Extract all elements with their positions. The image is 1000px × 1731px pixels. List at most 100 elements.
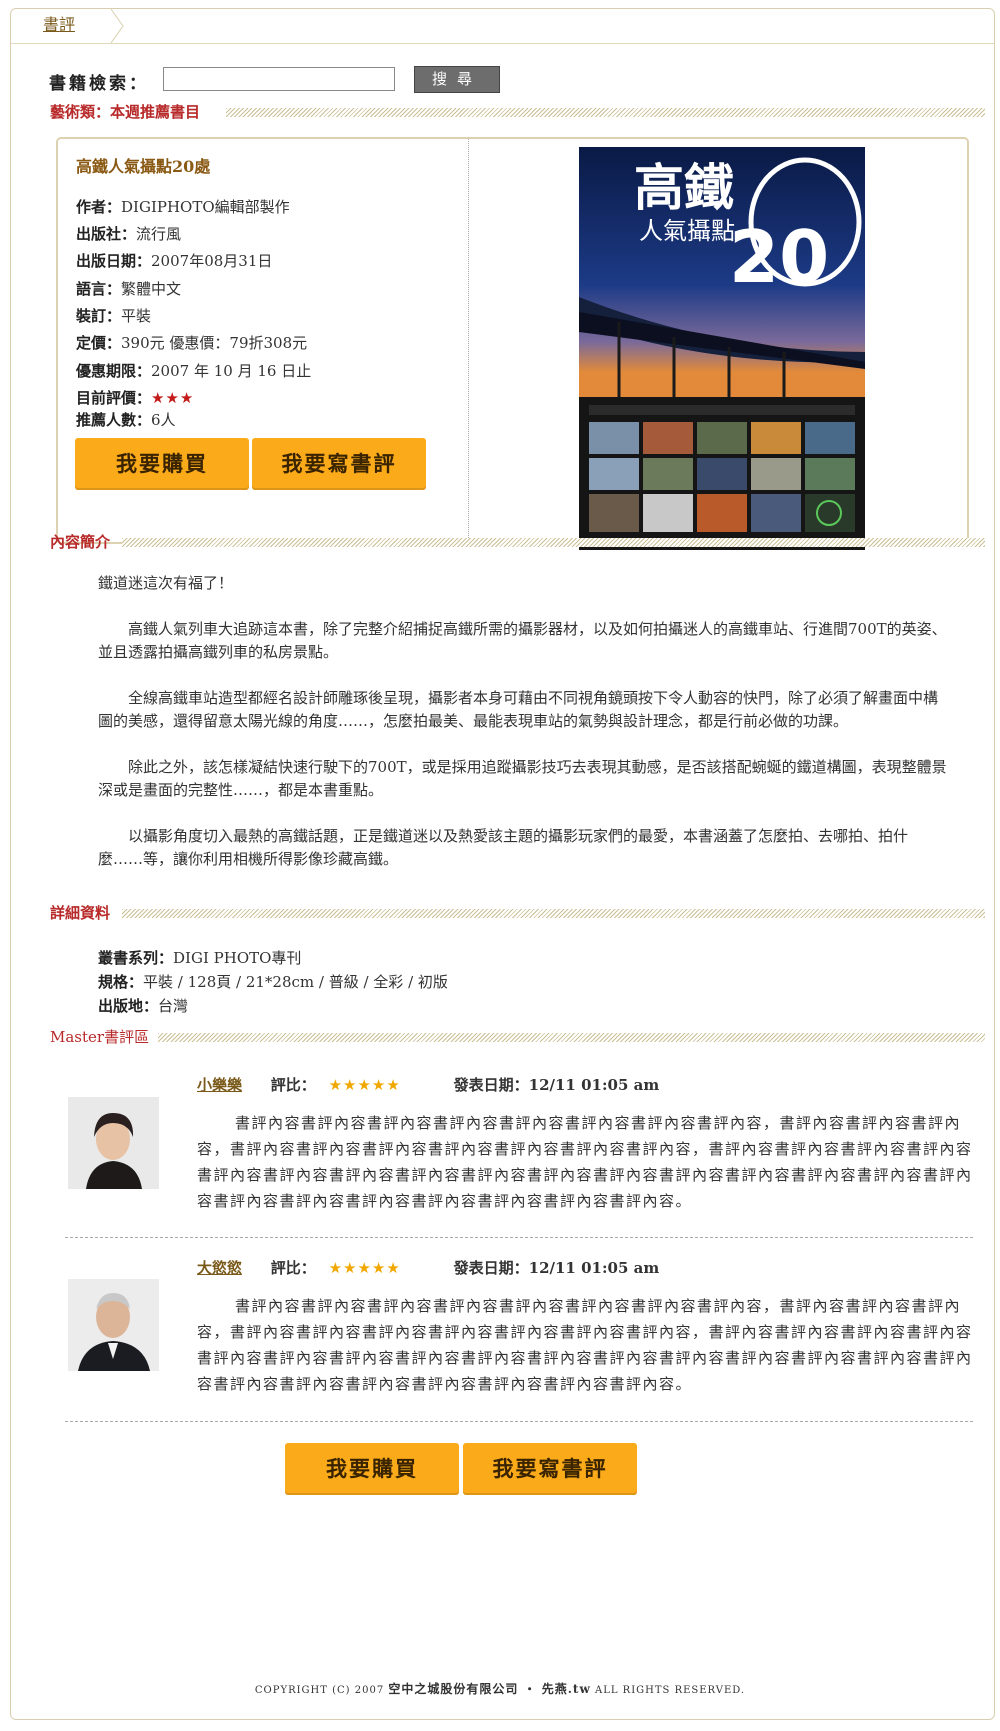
- rating-label: 評比：: [270, 1259, 316, 1277]
- book-publisher: 出版社：流行風: [76, 223, 181, 244]
- intro-section-title: 內容簡介: [50, 533, 111, 551]
- language-value: 繁體中文: [121, 280, 182, 298]
- pub-date-label: 出版日期：: [76, 252, 152, 270]
- cover-unit: 處: [804, 271, 817, 286]
- book-cover-art: 高鐵 人氣攝點 20 處: [579, 147, 865, 550]
- buy-button[interactable]: 我要購買: [75, 438, 249, 490]
- author-label: 作者：: [76, 198, 122, 216]
- review-body: 書評內容書評內容書評內容書評內容書評內容書評內容書評內容書評內容，書評內容書評內…: [197, 1114, 973, 1210]
- review-divider: [65, 1237, 973, 1238]
- spec-value: 平裝 / 128頁 / 21*28cm / 普級 / 全彩 / 初版: [143, 973, 448, 991]
- series-label: 叢書系列：: [98, 949, 174, 967]
- review-divider: [65, 1421, 973, 1422]
- section-divider: [158, 1033, 985, 1042]
- cover-title: 高鐵: [634, 159, 734, 217]
- detail-series: 叢書系列：DIGI PHOTO專刊: [98, 946, 301, 970]
- search-input[interactable]: [163, 67, 395, 91]
- rating-label: 目前評價：: [76, 389, 152, 407]
- book-author: 作者：DIGIPHOTO編輯部製作: [76, 196, 290, 217]
- reviews-section-title: Master書評區: [50, 1028, 150, 1046]
- publisher-value: 流行風: [136, 225, 182, 243]
- bottom-buy-button[interactable]: 我要購買: [285, 1443, 459, 1495]
- offer-label: 優惠期限：: [76, 362, 152, 380]
- tab-bar: 書評: [11, 9, 994, 44]
- footer-prefix: COPYRIGHT (C) 2007: [254, 1685, 385, 1696]
- review-date-label: 發表日期：: [453, 1259, 529, 1277]
- recommend-label: 推薦人數：: [76, 411, 152, 429]
- price-value: 390元 優惠價：79折308元: [121, 334, 308, 352]
- reviewer-name-link[interactable]: 大慾慾: [197, 1259, 242, 1277]
- intro-text: 鐵道迷這次有福了！ 高鐵人氣列車大追跡這本書，除了完整介紹捕捉高鐵所需的攝影器材…: [98, 572, 948, 871]
- book-price: 定價：390元 優惠價：79折308元: [76, 332, 307, 353]
- reviewer-name-link[interactable]: 小樂樂: [197, 1076, 242, 1094]
- book-title[interactable]: 高鐵人氣攝點20處: [76, 153, 210, 177]
- detail-origin: 出版地：台灣: [98, 994, 188, 1018]
- price-label: 定價：: [76, 334, 122, 352]
- rating-stars-icon: ★★★: [151, 389, 195, 407]
- footer-company: 空中之城股份有限公司 ‧ 先燕.tw: [388, 1682, 591, 1696]
- intro-paragraph: 以攝影角度切入最熱的高鐵話題，正是鐵道迷以及熱愛該主題的攝影玩家們的最愛，本書涵…: [98, 827, 909, 868]
- book-recommend: 推薦人數：6人: [76, 409, 176, 430]
- reviews-section-header: Master書評區: [50, 1027, 985, 1047]
- details-section-header: 詳細資料: [50, 903, 985, 923]
- review-meta: 小樂樂 評比： ★★★★★ 發表日期：12/11 01:05 am: [197, 1074, 659, 1095]
- series-value: DIGI PHOTO專刊: [173, 949, 302, 967]
- rating-label: 評比：: [270, 1076, 316, 1094]
- book-pub-date: 出版日期：2007年08月31日: [76, 250, 272, 271]
- book-cover-image[interactable]: 高鐵 人氣攝點 20 處: [579, 147, 865, 550]
- reviewer-photo: [68, 1279, 159, 1371]
- publisher-label: 出版社：: [76, 225, 137, 243]
- intro-lead: 鐵道迷這次有福了！: [98, 574, 234, 592]
- search-button[interactable]: 搜尋: [414, 66, 500, 93]
- bottom-write-review-button[interactable]: 我要寫書評: [463, 1443, 637, 1495]
- intro-section-header: 內容簡介: [50, 532, 985, 552]
- tab-book-review[interactable]: 書評: [11, 9, 111, 43]
- footer-copyright: COPYRIGHT (C) 2007 空中之城股份有限公司 ‧ 先燕.tw AL…: [0, 1680, 1000, 1697]
- star-rating-icon: ★★★★★: [328, 1259, 401, 1277]
- reviewer-photo: [68, 1097, 159, 1189]
- detail-spec: 規格：平裝 / 128頁 / 21*28cm / 普級 / 全彩 / 初版: [98, 970, 448, 994]
- star-rating-icon: ★★★★★: [328, 1076, 401, 1094]
- review-date-label: 發表日期：: [453, 1076, 529, 1094]
- review-date: 12/11 01:05 am: [528, 1259, 660, 1277]
- spec-label: 規格：: [98, 973, 144, 991]
- weekly-section-title: 藝術類：本週推薦書目: [50, 103, 201, 121]
- recommend-value: 6人: [151, 411, 176, 429]
- binding-label: 裝訂：: [76, 307, 122, 325]
- section-divider: [122, 909, 985, 918]
- card-divider: [468, 139, 469, 542]
- language-label: 語言：: [76, 280, 122, 298]
- intro-paragraph: 高鐵人氣列車大追跡這本書，除了完整介紹捕捉高鐵所需的攝影器材，以及如何拍攝迷人的…: [98, 620, 947, 661]
- avatar: [68, 1097, 159, 1189]
- details-section-title: 詳細資料: [50, 904, 111, 922]
- tab-chevron-icon: [111, 9, 124, 43]
- review-item: 小樂樂 評比： ★★★★★ 發表日期：12/11 01:05 am 書評內容書評…: [65, 1074, 989, 1234]
- featured-book-card: 高鐵人氣攝點20處 作者：DIGIPHOTO編輯部製作 出版社：流行風 出版日期…: [56, 137, 969, 550]
- offer-value: 2007 年 10 月 16 日止: [151, 362, 312, 380]
- review-item: 大慾慾 評比： ★★★★★ 發表日期：12/11 01:05 am 書評內容書評…: [65, 1257, 989, 1417]
- review-body: 書評內容書評內容書評內容書評內容書評內容書評內容書評內容書評內容，書評內容書評內…: [197, 1297, 973, 1393]
- book-rating: 目前評價：★★★: [76, 387, 194, 408]
- pub-date-value: 2007年08月31日: [151, 252, 273, 270]
- cover-number: 20: [729, 215, 829, 299]
- intro-paragraph: 除此之外，該怎樣凝結快速行駛下的700T，或是採用追蹤攝影技巧去表現其動感，是否…: [98, 758, 947, 799]
- author-value: DIGIPHOTO編輯部製作: [121, 198, 290, 216]
- origin-value: 台灣: [158, 997, 189, 1015]
- review-meta: 大慾慾 評比： ★★★★★ 發表日期：12/11 01:05 am: [197, 1257, 659, 1278]
- origin-label: 出版地：: [98, 997, 159, 1015]
- review-date: 12/11 01:05 am: [528, 1076, 660, 1094]
- book-binding: 裝訂：平裝: [76, 305, 151, 326]
- binding-value: 平裝: [121, 307, 152, 325]
- weekly-section-header: 藝術類：本週推薦書目: [50, 102, 985, 122]
- footer-suffix: ALL RIGHTS RESERVED.: [595, 1685, 746, 1696]
- page-frame: 書評 書籍檢索： 搜尋 藝術類：本週推薦書目 高鐵人氣攝點20處 作者：DIGI…: [10, 8, 995, 1720]
- section-divider: [122, 538, 985, 547]
- avatar: [68, 1279, 159, 1371]
- book-offer-period: 優惠期限：2007 年 10 月 16 日止: [76, 360, 311, 381]
- write-review-button[interactable]: 我要寫書評: [252, 438, 426, 490]
- search-label: 書籍檢索：: [49, 74, 149, 94]
- cover-subtitle: 人氣攝點: [639, 217, 735, 245]
- intro-paragraph: 全線高鐵車站造型都經名設計師雕琢後呈現，攝影者本身可藉由不同視角鏡頭按下令人動容…: [98, 689, 939, 730]
- section-divider: [226, 108, 985, 117]
- book-language: 語言：繁體中文: [76, 278, 181, 299]
